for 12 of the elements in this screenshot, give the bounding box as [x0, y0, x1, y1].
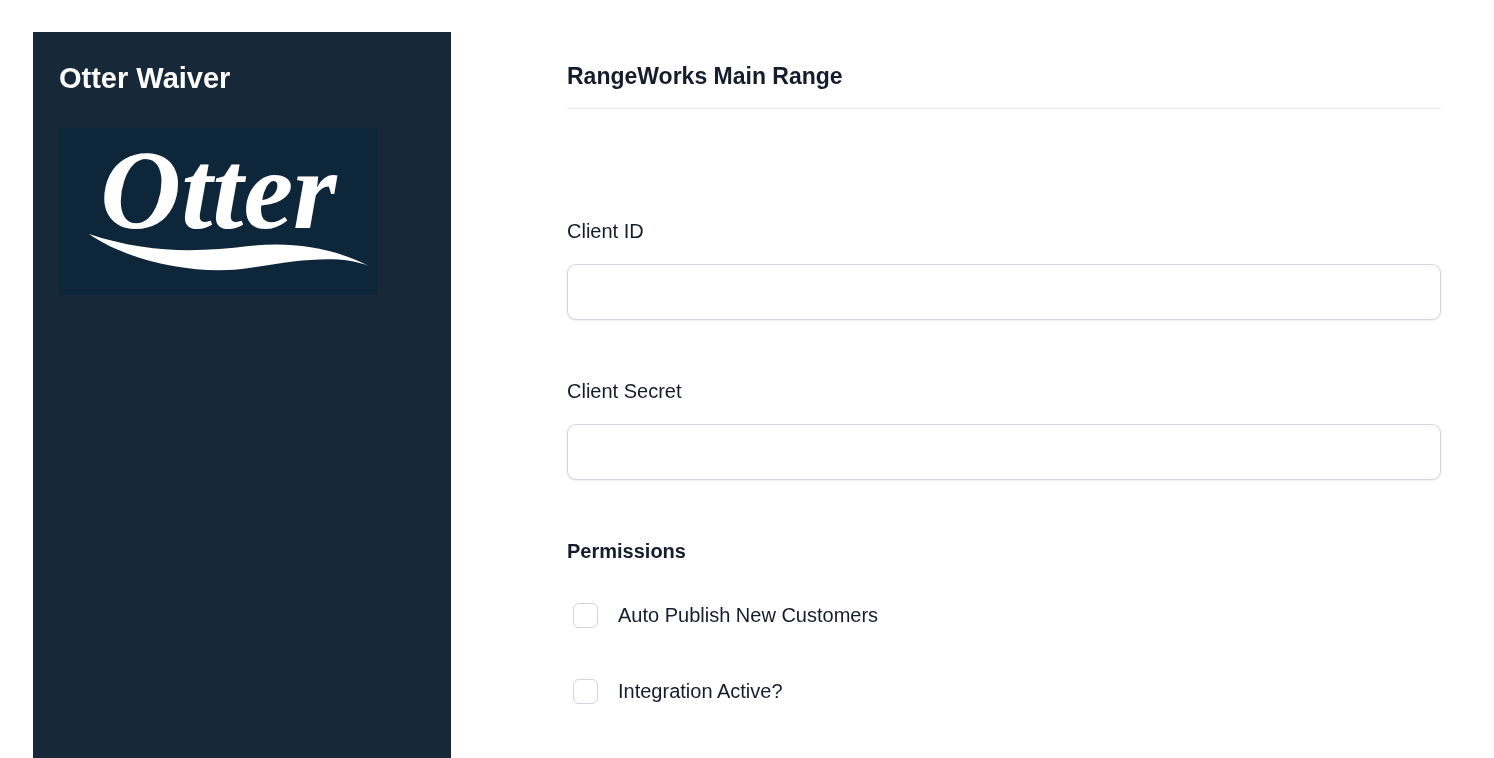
checkbox-label: Integration Active? — [618, 679, 783, 704]
section-heading: Permissions — [567, 539, 687, 564]
app-title: Otter Waiver — [59, 61, 232, 96]
checkbox[interactable] — [573, 678, 598, 704]
checkbox-label: Auto Publish New Customers — [618, 603, 879, 628]
page-heading: RangeWorks Main Range — [567, 62, 844, 91]
field-label: Client Secret — [567, 379, 683, 404]
input-field[interactable] — [567, 424, 1441, 480]
logo-text: Otter — [100, 134, 337, 246]
checkbox[interactable] — [573, 602, 598, 628]
field-label: Client ID — [567, 219, 645, 244]
input-field[interactable] — [567, 264, 1441, 320]
